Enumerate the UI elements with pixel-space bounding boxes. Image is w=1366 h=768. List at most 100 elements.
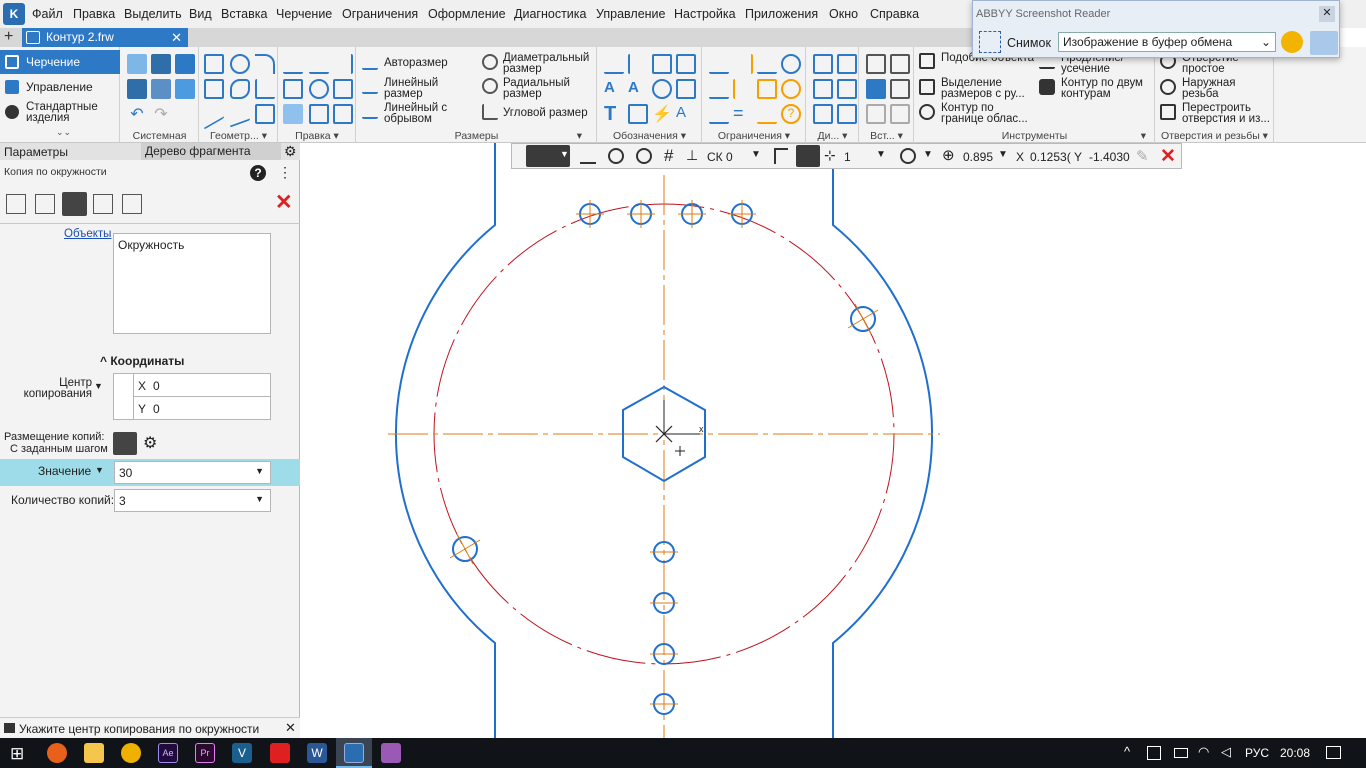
linear-break-dim-icon[interactable] — [362, 103, 378, 119]
autosize-label[interactable]: Авторазмер — [384, 57, 448, 69]
premiere-icon[interactable]: Pr — [195, 743, 215, 763]
v-app-icon[interactable]: V — [232, 743, 252, 763]
clock[interactable]: 20:08 — [1280, 746, 1310, 760]
form-tolerance-icon[interactable] — [676, 79, 696, 99]
print-icon[interactable] — [127, 79, 147, 99]
coincident-constraint-icon[interactable] — [757, 79, 777, 99]
chevron-down-icon[interactable]: ▼ — [751, 149, 761, 160]
drawing-svg[interactable]: x — [301, 143, 1366, 738]
chevron-down-icon[interactable]: ▼ — [998, 149, 1008, 160]
new-document-plus-icon[interactable]: + — [4, 28, 13, 46]
angular-dim-icon[interactable] — [482, 104, 498, 120]
extend-icon[interactable] — [333, 54, 353, 74]
insert-e-icon[interactable] — [890, 104, 910, 124]
app-triangle-icon[interactable] — [121, 743, 141, 763]
mode-management[interactable]: Управление — [0, 75, 120, 99]
collapse-chevron-icon[interactable]: ⌄⌄ — [56, 127, 71, 138]
copy-circular-mode-icon[interactable] — [62, 192, 87, 216]
trim-icon[interactable] — [283, 54, 303, 74]
layer-value[interactable]: 1 — [844, 150, 851, 164]
chevron-down-icon[interactable]: ▼ — [923, 149, 933, 160]
chamfer-icon[interactable] — [255, 79, 275, 99]
view-arrow-icon[interactable]: A — [628, 79, 648, 99]
copy-mode-1-icon[interactable] — [6, 194, 26, 214]
tree-view-icon[interactable]: ⋮ — [278, 164, 292, 181]
point-icon[interactable] — [204, 54, 224, 74]
copy-mode-4-icon[interactable] — [93, 194, 113, 214]
value-dropdown-icon[interactable]: ▼ — [95, 465, 104, 475]
contour-left[interactable] — [395, 143, 496, 738]
screenshot-reader-icon[interactable] — [381, 743, 401, 763]
two-contours-label[interactable]: Контур по двум контурам — [1061, 77, 1153, 100]
insert-b-icon[interactable] — [890, 54, 910, 74]
menu-edit[interactable]: Правка — [73, 7, 115, 21]
angular-dim-label[interactable]: Угловой размер — [503, 107, 588, 119]
x-coord-value[interactable]: 0.1253( — [1030, 150, 1071, 164]
insert-d-icon[interactable] — [866, 104, 886, 124]
diag-a-icon[interactable] — [813, 54, 833, 74]
diag-b-icon[interactable] — [837, 54, 857, 74]
rebuild-holes-label[interactable]: Перестроить отверстия и из... — [1182, 102, 1272, 125]
volume-icon[interactable]: ◁ — [1221, 744, 1231, 760]
thread-icon[interactable] — [1160, 79, 1176, 95]
close-tab-icon[interactable]: ✕ — [171, 28, 182, 47]
break-icon[interactable]: ⚡ — [652, 104, 672, 124]
arc-icon[interactable] — [255, 54, 275, 74]
menu-window[interactable]: Окно — [829, 7, 858, 21]
vertical-constraint-icon[interactable] — [733, 54, 753, 74]
menu-management[interactable]: Управление — [596, 7, 666, 21]
contour-right[interactable] — [832, 143, 933, 738]
objects-list[interactable]: Окружность — [113, 233, 271, 334]
menu-constraints[interactable]: Ограничения — [342, 7, 418, 21]
after-effects-icon[interactable]: Ae — [158, 743, 178, 763]
select-dims-icon[interactable] — [919, 79, 935, 95]
menu-diagnostics[interactable]: Диагностика — [514, 7, 586, 21]
split-icon[interactable] — [309, 54, 329, 74]
insert-c-icon[interactable] — [890, 79, 910, 99]
wifi-icon[interactable]: ◠ — [1198, 744, 1209, 760]
menu-help[interactable]: Справка — [870, 7, 919, 21]
menu-select[interactable]: Выделить — [124, 7, 182, 21]
windows-start-icon[interactable]: ⊞ — [10, 744, 24, 764]
concentric-constraint-icon[interactable] — [781, 79, 801, 99]
hatch-icon[interactable] — [255, 104, 275, 124]
undo-icon[interactable]: ↶ — [127, 104, 147, 124]
menu-file[interactable]: Файл — [32, 7, 63, 21]
rectangle-icon[interactable] — [204, 79, 224, 99]
diag-c-icon[interactable] — [813, 79, 833, 99]
segment-icon[interactable] — [204, 98, 224, 130]
menu-insert[interactable]: Вставка — [221, 7, 267, 21]
count-input[interactable]: 3 ▼ — [114, 489, 271, 512]
linear-dim-icon[interactable] — [362, 78, 378, 94]
layers-icon[interactable]: ⊹ — [824, 147, 836, 164]
snapshot-mode-select[interactable]: Изображение в буфер обмена ⌄ — [1058, 32, 1276, 52]
menu-view[interactable]: Вид — [189, 7, 212, 21]
battery-icon[interactable] — [1174, 748, 1188, 758]
grid-icon[interactable]: # — [664, 146, 673, 166]
center-mark-icon[interactable] — [652, 79, 672, 99]
menu-apps[interactable]: Приложения — [745, 7, 818, 21]
ortho-icon[interactable] — [580, 148, 596, 164]
insert-a-icon[interactable] — [866, 54, 886, 74]
explorer-folder-icon[interactable] — [84, 743, 104, 763]
area-contour-label[interactable]: Контур по границе облас... — [941, 102, 1036, 125]
deform-icon[interactable] — [333, 104, 353, 124]
circle-icon[interactable] — [230, 54, 250, 74]
value-input[interactable]: 30 ▼ — [114, 461, 271, 484]
panel-settings-gear-icon[interactable]: ⚙ — [284, 143, 297, 160]
linear-break-dim-label[interactable]: Линейный с обрывом — [384, 102, 464, 125]
similar-icon[interactable] — [919, 53, 935, 69]
chevron-down-icon[interactable]: ▼ — [876, 149, 886, 160]
table-icon[interactable] — [628, 104, 648, 124]
radial-dim-label[interactable]: Радиальный размер — [503, 77, 593, 100]
document-tab[interactable]: Контур 2.frw ✕ — [22, 28, 188, 47]
diameter-dim-label[interactable]: Диаметральный размер — [503, 52, 598, 75]
cancel-x-icon[interactable]: ✕ — [275, 190, 293, 215]
copy-format-icon[interactable] — [175, 79, 195, 99]
placement-step-icon[interactable] — [113, 432, 137, 455]
mode-standard-parts[interactable]: Стандартные изделия — [0, 99, 120, 124]
center-dropdown-icon[interactable]: ▼ — [94, 381, 103, 391]
language-indicator[interactable]: РУС — [1245, 746, 1269, 760]
coords-header[interactable]: ^ Координаты — [100, 354, 184, 368]
linear-dim-label[interactable]: Линейный размер — [384, 77, 464, 100]
